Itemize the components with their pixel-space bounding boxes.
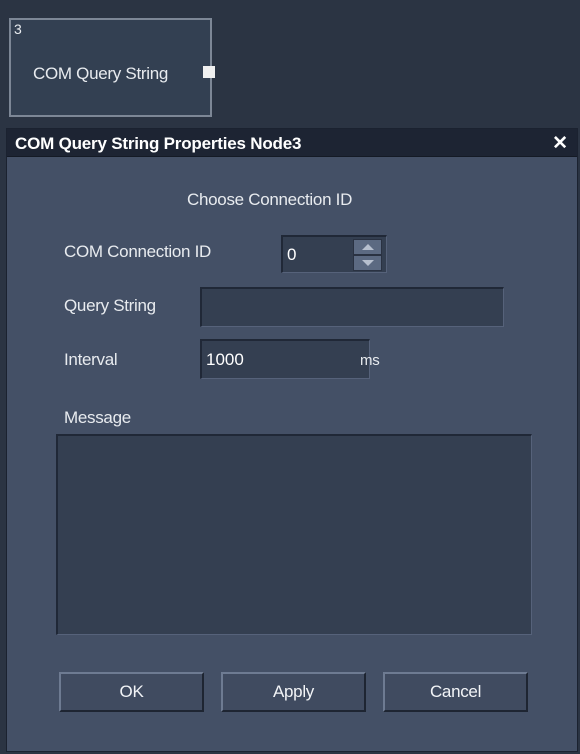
message-textarea[interactable] bbox=[56, 434, 532, 635]
node-title: COM Query String bbox=[33, 64, 169, 83]
dialog-title: COM Query String Properties Node3 bbox=[15, 134, 302, 153]
ok-button[interactable]: OK bbox=[59, 672, 204, 712]
properties-dialog: COM Query String Properties Node3 ✕ Choo… bbox=[6, 128, 578, 752]
arrow-down-icon bbox=[362, 260, 374, 266]
cancel-button[interactable]: Cancel bbox=[383, 672, 528, 712]
spin-down-button[interactable] bbox=[353, 255, 382, 271]
apply-button[interactable]: Apply bbox=[221, 672, 366, 712]
dialog-titlebar[interactable]: COM Query String Properties Node3 ✕ bbox=[7, 129, 577, 157]
node-output-port[interactable] bbox=[203, 66, 215, 78]
message-label: Message bbox=[64, 408, 131, 427]
interval-label: Interval bbox=[64, 350, 118, 369]
choose-connection-heading: Choose Connection ID bbox=[187, 190, 353, 209]
arrow-up-icon bbox=[362, 244, 374, 250]
interval-unit: ms bbox=[360, 352, 380, 369]
spin-up-button[interactable] bbox=[353, 239, 382, 255]
com-query-string-node[interactable]: 3 COM Query String bbox=[9, 18, 215, 117]
query-string-label: Query String bbox=[64, 296, 156, 315]
close-icon[interactable]: ✕ bbox=[552, 132, 568, 155]
com-connection-id-label: COM Connection ID bbox=[64, 242, 212, 261]
interval-input[interactable] bbox=[200, 339, 370, 379]
node-number: 3 bbox=[14, 21, 22, 37]
query-string-input[interactable] bbox=[200, 287, 504, 327]
